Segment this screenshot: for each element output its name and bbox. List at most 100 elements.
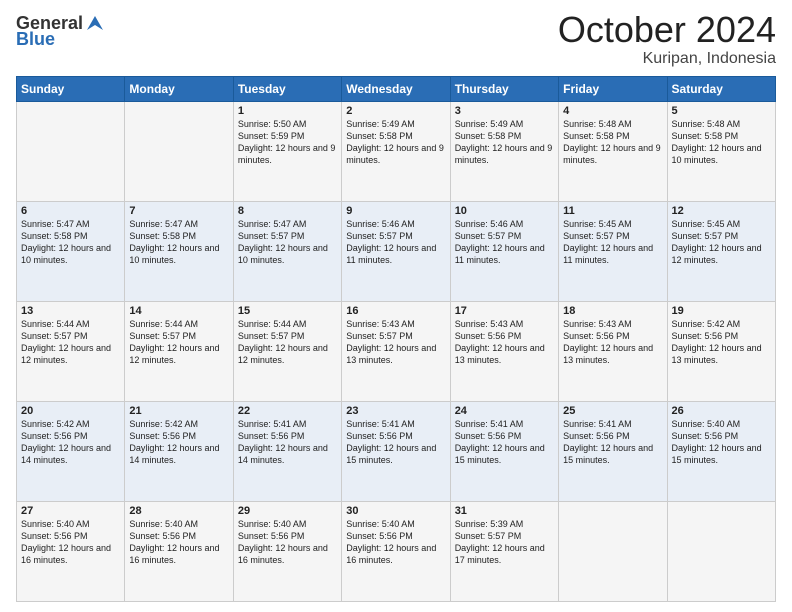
day-number: 6 bbox=[21, 205, 120, 217]
day-info: Sunrise: 5:50 AMSunset: 5:59 PMDaylight:… bbox=[238, 118, 337, 167]
table-row: 4Sunrise: 5:48 AMSunset: 5:58 PMDaylight… bbox=[559, 101, 667, 201]
day-info: Sunrise: 5:39 AMSunset: 5:57 PMDaylight:… bbox=[455, 518, 554, 567]
day-info: Sunrise: 5:40 AMSunset: 5:56 PMDaylight:… bbox=[129, 518, 228, 567]
day-number: 17 bbox=[455, 305, 554, 317]
table-row: 29Sunrise: 5:40 AMSunset: 5:56 PMDayligh… bbox=[233, 501, 341, 601]
table-row: 12Sunrise: 5:45 AMSunset: 5:57 PMDayligh… bbox=[667, 201, 775, 301]
col-friday: Friday bbox=[559, 76, 667, 101]
table-row: 22Sunrise: 5:41 AMSunset: 5:56 PMDayligh… bbox=[233, 401, 341, 501]
day-number: 13 bbox=[21, 305, 120, 317]
day-number: 28 bbox=[129, 505, 228, 517]
day-number: 15 bbox=[238, 305, 337, 317]
col-sunday: Sunday bbox=[17, 76, 125, 101]
day-info: Sunrise: 5:44 AMSunset: 5:57 PMDaylight:… bbox=[129, 318, 228, 367]
day-number: 12 bbox=[672, 205, 771, 217]
col-monday: Monday bbox=[125, 76, 233, 101]
table-row: 13Sunrise: 5:44 AMSunset: 5:57 PMDayligh… bbox=[17, 301, 125, 401]
table-row: 11Sunrise: 5:45 AMSunset: 5:57 PMDayligh… bbox=[559, 201, 667, 301]
col-saturday: Saturday bbox=[667, 76, 775, 101]
day-info: Sunrise: 5:48 AMSunset: 5:58 PMDaylight:… bbox=[672, 118, 771, 167]
day-info: Sunrise: 5:42 AMSunset: 5:56 PMDaylight:… bbox=[129, 418, 228, 467]
day-number: 30 bbox=[346, 505, 445, 517]
table-row: 6Sunrise: 5:47 AMSunset: 5:58 PMDaylight… bbox=[17, 201, 125, 301]
day-info: Sunrise: 5:41 AMSunset: 5:56 PMDaylight:… bbox=[563, 418, 662, 467]
day-number: 16 bbox=[346, 305, 445, 317]
day-number: 10 bbox=[455, 205, 554, 217]
col-wednesday: Wednesday bbox=[342, 76, 450, 101]
col-tuesday: Tuesday bbox=[233, 76, 341, 101]
table-row: 25Sunrise: 5:41 AMSunset: 5:56 PMDayligh… bbox=[559, 401, 667, 501]
day-info: Sunrise: 5:49 AMSunset: 5:58 PMDaylight:… bbox=[346, 118, 445, 167]
day-info: Sunrise: 5:41 AMSunset: 5:56 PMDaylight:… bbox=[238, 418, 337, 467]
table-row: 26Sunrise: 5:40 AMSunset: 5:56 PMDayligh… bbox=[667, 401, 775, 501]
day-info: Sunrise: 5:46 AMSunset: 5:57 PMDaylight:… bbox=[346, 218, 445, 267]
table-row: 7Sunrise: 5:47 AMSunset: 5:58 PMDaylight… bbox=[125, 201, 233, 301]
day-info: Sunrise: 5:44 AMSunset: 5:57 PMDaylight:… bbox=[238, 318, 337, 367]
day-info: Sunrise: 5:45 AMSunset: 5:57 PMDaylight:… bbox=[563, 218, 662, 267]
day-number: 21 bbox=[129, 405, 228, 417]
day-number: 19 bbox=[672, 305, 771, 317]
day-info: Sunrise: 5:41 AMSunset: 5:56 PMDaylight:… bbox=[346, 418, 445, 467]
day-number: 22 bbox=[238, 405, 337, 417]
table-row: 19Sunrise: 5:42 AMSunset: 5:56 PMDayligh… bbox=[667, 301, 775, 401]
table-row: 5Sunrise: 5:48 AMSunset: 5:58 PMDaylight… bbox=[667, 101, 775, 201]
day-number: 7 bbox=[129, 205, 228, 217]
header: General Blue October 2024 Kuripan, Indon… bbox=[16, 10, 776, 68]
day-info: Sunrise: 5:43 AMSunset: 5:56 PMDaylight:… bbox=[455, 318, 554, 367]
day-number: 29 bbox=[238, 505, 337, 517]
week-row-3: 13Sunrise: 5:44 AMSunset: 5:57 PMDayligh… bbox=[17, 301, 776, 401]
logo: General Blue bbox=[16, 14, 105, 50]
day-number: 27 bbox=[21, 505, 120, 517]
table-row: 9Sunrise: 5:46 AMSunset: 5:57 PMDaylight… bbox=[342, 201, 450, 301]
table-row: 20Sunrise: 5:42 AMSunset: 5:56 PMDayligh… bbox=[17, 401, 125, 501]
day-info: Sunrise: 5:41 AMSunset: 5:56 PMDaylight:… bbox=[455, 418, 554, 467]
day-number: 3 bbox=[455, 105, 554, 117]
day-number: 5 bbox=[672, 105, 771, 117]
week-row-4: 20 Sunrise: 5:42 AMSunset: 5:56 PMDayligh… bbox=[17, 401, 776, 501]
table-row bbox=[17, 101, 125, 201]
day-number: 18 bbox=[563, 305, 662, 317]
table-row bbox=[559, 501, 667, 601]
day-number: 24 bbox=[455, 405, 554, 417]
day-number: 4 bbox=[563, 105, 662, 117]
day-info: Sunrise: 5:47 AMSunset: 5:58 PMDaylight:… bbox=[21, 218, 120, 267]
table-row: 17Sunrise: 5:43 AMSunset: 5:56 PMDayligh… bbox=[450, 301, 558, 401]
day-info: Sunrise: 5:40 AMSunset: 5:56 PMDaylight:… bbox=[238, 518, 337, 567]
day-info: Sunrise: 5:43 AMSunset: 5:57 PMDaylight:… bbox=[346, 318, 445, 367]
table-row: 18Sunrise: 5:43 AMSunset: 5:56 PMDayligh… bbox=[559, 301, 667, 401]
header-row: Sunday Monday Tuesday Wednesday Thursday… bbox=[17, 76, 776, 101]
day-number: 26 bbox=[672, 405, 771, 417]
table-row: 21Sunrise: 5:42 AMSunset: 5:56 PMDayligh… bbox=[125, 401, 233, 501]
day-info: Sunrise: 5:49 AMSunset: 5:58 PMDaylight:… bbox=[455, 118, 554, 167]
table-row: 14Sunrise: 5:44 AMSunset: 5:57 PMDayligh… bbox=[125, 301, 233, 401]
day-info: Sunrise: 5:42 AMSunset: 5:56 PMDaylight:… bbox=[672, 318, 771, 367]
page: General Blue October 2024 Kuripan, Indon… bbox=[0, 0, 792, 612]
day-info: Sunrise: 5:40 AMSunset: 5:56 PMDaylight:… bbox=[346, 518, 445, 567]
table-row: 15Sunrise: 5:44 AMSunset: 5:57 PMDayligh… bbox=[233, 301, 341, 401]
day-info: Sunrise: 5:48 AMSunset: 5:58 PMDaylight:… bbox=[563, 118, 662, 167]
day-number: 25 bbox=[563, 405, 662, 417]
day-info: Sunrise: 5:46 AMSunset: 5:57 PMDaylight:… bbox=[455, 218, 554, 267]
month-title: October 2024 bbox=[558, 10, 776, 50]
table-row: 2Sunrise: 5:49 AMSunset: 5:58 PMDaylight… bbox=[342, 101, 450, 201]
logo-arrow-icon bbox=[85, 12, 105, 32]
day-number: 20 bbox=[21, 405, 120, 417]
day-info: Sunrise: 5:44 AMSunset: 5:57 PMDaylight:… bbox=[21, 318, 120, 367]
day-number: 31 bbox=[455, 505, 554, 517]
day-info: Sunrise: 5:40 AMSunset: 5:56 PMDaylight:… bbox=[21, 518, 120, 567]
table-row: 8Sunrise: 5:47 AMSunset: 5:57 PMDaylight… bbox=[233, 201, 341, 301]
table-row: 30Sunrise: 5:40 AMSunset: 5:56 PMDayligh… bbox=[342, 501, 450, 601]
table-row: 16Sunrise: 5:43 AMSunset: 5:57 PMDayligh… bbox=[342, 301, 450, 401]
day-number: 8 bbox=[238, 205, 337, 217]
week-row-5: 27Sunrise: 5:40 AMSunset: 5:56 PMDayligh… bbox=[17, 501, 776, 601]
table-row: 3Sunrise: 5:49 AMSunset: 5:58 PMDaylight… bbox=[450, 101, 558, 201]
day-number: 14 bbox=[129, 305, 228, 317]
table-row bbox=[667, 501, 775, 601]
table-row: 10Sunrise: 5:46 AMSunset: 5:57 PMDayligh… bbox=[450, 201, 558, 301]
calendar: Sunday Monday Tuesday Wednesday Thursday… bbox=[16, 76, 776, 602]
table-row: 27Sunrise: 5:40 AMSunset: 5:56 PMDayligh… bbox=[17, 501, 125, 601]
subtitle: Kuripan, Indonesia bbox=[558, 50, 776, 68]
table-row: 24Sunrise: 5:41 AMSunset: 5:56 PMDayligh… bbox=[450, 401, 558, 501]
table-row: 1Sunrise: 5:50 AMSunset: 5:59 PMDaylight… bbox=[233, 101, 341, 201]
table-row bbox=[125, 101, 233, 201]
